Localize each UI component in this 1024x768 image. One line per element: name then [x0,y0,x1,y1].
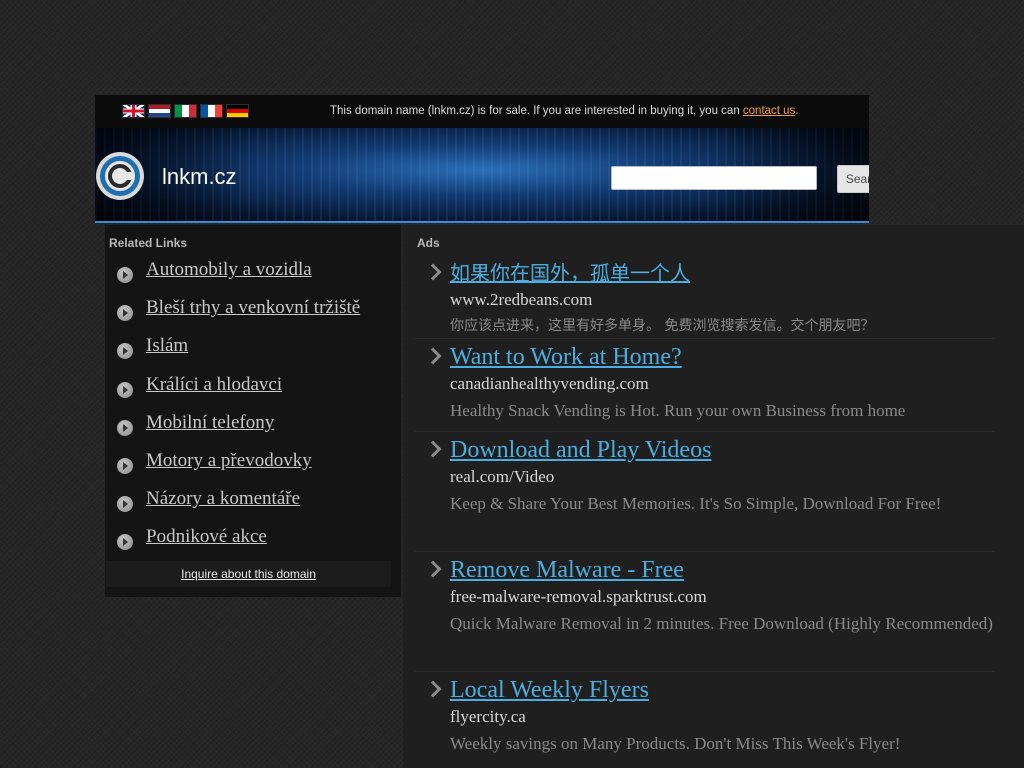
related-link[interactable]: Mobilní telefony [146,412,274,434]
bullet-arrow-icon [117,343,133,360]
sale-text: This domain name (lnkm.cz) is for sale. … [330,105,743,117]
search-input[interactable] [611,166,817,190]
ad-title-link[interactable]: 如果你在国外，孤单一个人 [450,259,995,287]
ad-description: 你应该点进来，这里有好多单身。 免费浏览搜索发信。交个朋友吧？ [450,318,875,334]
ad-title-link[interactable]: Remove Malware - Free [450,556,995,584]
ads-title: Ads [417,236,440,250]
bullet-arrow-icon [117,381,133,398]
sale-message: This domain name (lnkm.cz) is for sale. … [330,105,799,117]
chevron-right-icon [424,347,442,365]
related-link[interactable]: Králíci a hlodavci [146,374,282,396]
related-links-title: Related Links [109,236,188,250]
ad-title-link[interactable]: Local Weekly Flyers [450,676,995,704]
related-link[interactable]: Podnikové akce [146,526,267,548]
list-item: Bleší trhy a venkovní tržiště [117,297,360,335]
ad-title-link[interactable]: Download and Play Videos [450,436,995,464]
related-link[interactable]: Motory a převodovky [146,450,312,472]
bullet-arrow-icon [117,457,133,474]
sale-suffix: . [795,105,799,117]
site-logo-icon [96,152,144,200]
flag-nl-icon[interactable] [149,105,170,117]
ad-url[interactable]: real.com/Video [450,464,995,490]
bullet-arrow-icon [117,496,133,513]
related-links-list: Automobily a vozidla Bleší trhy a venkov… [117,259,360,565]
bullet-arrow-icon [117,419,133,436]
list-item: Králíci a hlodavci [117,374,360,412]
ad-description: Keep & Share Your Best Memories. It's So… [450,494,942,513]
inquire-domain-link[interactable]: Inquire about this domain [106,561,391,587]
page-container: This domain name (lnkm.cz) is for sale. … [95,95,869,223]
site-name: lnkm.cz [162,164,237,189]
bullet-arrow-icon [117,305,133,322]
sale-topbar: This domain name (lnkm.cz) is for sale. … [95,95,869,128]
ad-url[interactable]: flyercity.ca [450,704,995,730]
list-item: Podnikové akce [117,526,360,564]
chevron-right-icon [424,440,442,458]
ad-description: Quick Malware Removal in 2 minutes. Free… [450,614,993,633]
search-ads-button[interactable]: Search Ads [837,165,869,193]
chevron-right-icon [424,263,442,281]
related-link[interactable]: Automobily a vozidla [146,259,312,281]
contact-us-link[interactable]: contact us [743,105,795,117]
ads-panel: Ads 如果你在国外，孤单一个人 www.2redbeans.com 你应该点进… [403,225,1024,768]
ad-item: 如果你在国外，孤单一个人 www.2redbeans.com 你应该点进来，这里… [415,255,995,339]
list-item: Mobilní telefony [117,412,360,450]
flag-uk-icon[interactable] [123,105,144,117]
list-item: Motory a převodovky [117,450,360,488]
ad-item: Local Weekly Flyers flyercity.ca Weekly … [415,672,995,762]
bullet-arrow-icon [117,267,133,283]
ad-item: Download and Play Videos real.com/Video … [415,432,995,552]
site-header: lnkm.cz Search Ads [95,128,869,223]
ad-item: Want to Work at Home? canadianhealthyven… [415,339,995,432]
related-links-panel: Related Links Automobily a vozidla Bleší… [105,225,401,597]
ad-description: Weekly savings on Many Products. Don't M… [450,734,901,753]
language-flags [123,105,248,117]
ad-title-link[interactable]: Want to Work at Home? [450,343,995,371]
related-link[interactable]: Bleší trhy a venkovní tržiště [146,297,360,319]
flag-it-icon[interactable] [175,105,196,117]
related-link[interactable]: Názory a komentáře [146,488,300,510]
ad-url[interactable]: www.2redbeans.com [450,287,995,313]
flag-fr-icon[interactable] [201,105,222,117]
flag-de-icon[interactable] [227,105,248,117]
chevron-right-icon [424,680,442,698]
ad-url[interactable]: canadianhealthyvending.com [450,371,995,397]
related-link[interactable]: Islám [146,335,188,357]
ads-list: 如果你在国外，孤单一个人 www.2redbeans.com 你应该点进来，这里… [415,255,995,762]
ad-url[interactable]: free-malware-removal.sparktrust.com [450,584,995,610]
ad-item: Remove Malware - Free free-malware-remov… [415,552,995,672]
bullet-arrow-icon [117,534,133,551]
list-item: Automobily a vozidla [117,259,360,297]
list-item: Islám [117,335,360,373]
ad-description: Healthy Snack Vending is Hot. Run your o… [450,401,906,420]
list-item: Názory a komentáře [117,488,360,526]
chevron-right-icon [424,560,442,578]
